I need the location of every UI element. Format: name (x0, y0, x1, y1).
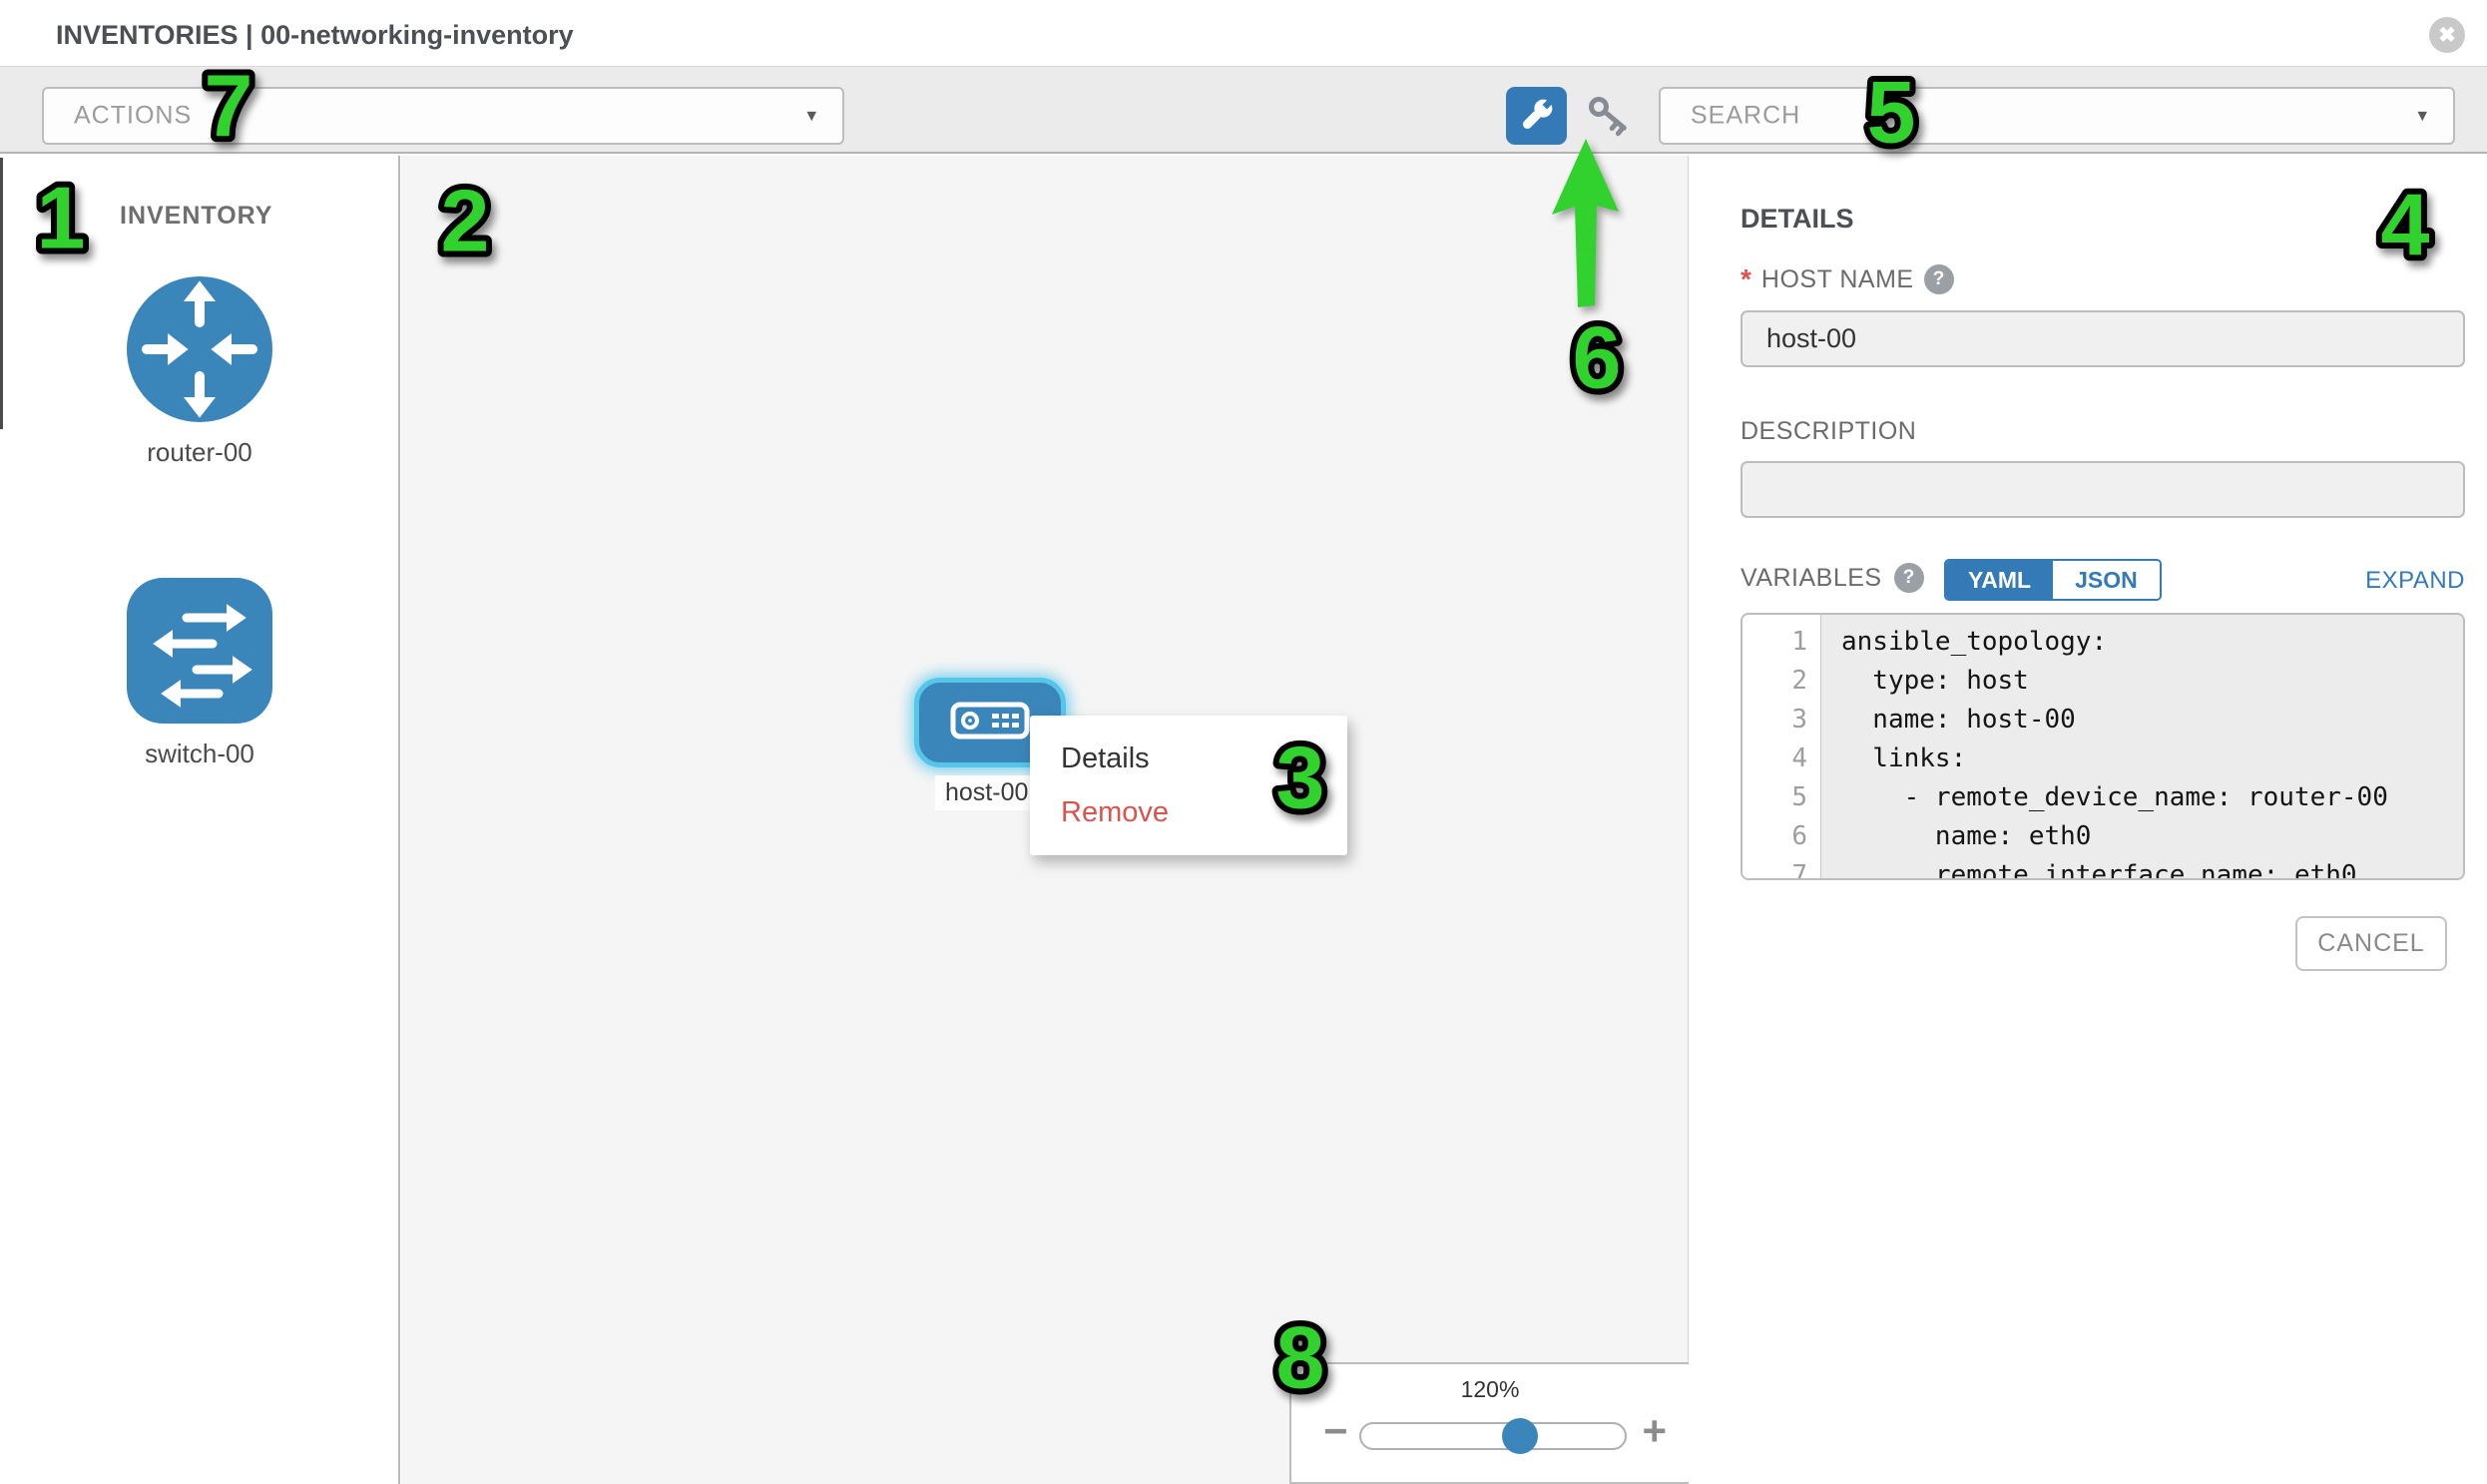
chevron-down-icon: ▾ (806, 105, 816, 128)
variables-code-editor[interactable]: ansible_topology: type: host name: host-… (1741, 613, 2465, 880)
details-panel-title: DETAILS (1741, 204, 1854, 235)
host-name-label: HOST NAME (1761, 265, 1914, 294)
plus-icon: + (1642, 1407, 1667, 1454)
switch-icon (125, 713, 274, 730)
chevron-down-icon: ▾ (2417, 105, 2427, 128)
tab-json[interactable]: JSON (2053, 561, 2160, 599)
inventory-topology-page: INVENTORIES | 00-networking-inventory ✖ … (0, 0, 2487, 1484)
line-number: 6 (1742, 817, 1820, 856)
host-server-icon (950, 701, 1030, 745)
line-number: 4 (1742, 740, 1820, 778)
variables-format-toggle: YAML JSON (1944, 559, 2162, 601)
code-line: - remote_device_name: router-00 (1821, 778, 2463, 817)
code-line: remote_interface_name: eth0 (1821, 856, 2463, 880)
key-icon (1583, 93, 1635, 144)
zoom-slider-thumb[interactable] (1502, 1418, 1538, 1454)
close-button[interactable]: ✖ (2429, 17, 2465, 53)
router-icon (125, 411, 274, 428)
code-area[interactable]: ansible_topology: type: host name: host-… (1821, 615, 2463, 878)
line-number: 3 (1742, 701, 1820, 740)
expand-link[interactable]: EXPAND (2365, 567, 2465, 595)
variables-label: VARIABLES (1741, 564, 1882, 593)
sidebar-item-router-00[interactable]: router-00 (125, 274, 274, 468)
tab-yaml[interactable]: YAML (1946, 561, 2053, 599)
zoom-slider-track[interactable] (1359, 1422, 1627, 1450)
sidebar-edge-line (0, 158, 3, 429)
inventory-sidebar: INVENTORY router-00 (0, 156, 400, 1484)
zoom-in-button[interactable]: + (1636, 1410, 1673, 1452)
details-panel: DETAILS * HOST NAME ? host-00 DESCRIPTIO… (1689, 156, 2487, 1484)
page-header: INVENTORIES | 00-networking-inventory ✖ (0, 0, 2487, 66)
sidebar-item-label: router-00 (125, 437, 274, 468)
help-icon[interactable]: ? (1894, 563, 1924, 593)
topology-canvas[interactable]: host-00 Details Remove 120% − + (401, 156, 1689, 1484)
variables-label-wrap: VARIABLES ? (1741, 563, 1924, 593)
tools-button[interactable] (1506, 87, 1567, 145)
context-menu-item-remove[interactable]: Remove (1030, 785, 1347, 839)
close-icon: ✖ (2438, 23, 2456, 48)
zoom-control-panel: 120% − + (1289, 1362, 1689, 1484)
toolbar: ACTIONS ▾ (0, 66, 2487, 154)
description-label-row: DESCRIPTION (1741, 417, 1916, 446)
line-number: 5 (1742, 778, 1820, 817)
line-number: 7 (1742, 856, 1820, 880)
cancel-button[interactable]: CANCEL (2295, 916, 2447, 971)
inventory-sidebar-title: INVENTORY (120, 202, 272, 231)
search-dropdown-label: SEARCH (1691, 102, 1800, 131)
node-context-menu: Details Remove (1030, 716, 1347, 855)
zoom-level-readout: 120% (1291, 1376, 1689, 1403)
search-dropdown[interactable]: SEARCH ▾ (1659, 87, 2455, 145)
line-number: 2 (1742, 662, 1820, 701)
help-icon[interactable]: ? (1924, 264, 1954, 294)
description-field[interactable] (1741, 461, 2465, 518)
code-line: name: eth0 (1821, 817, 2463, 856)
host-name-label-row: * HOST NAME ? (1741, 263, 1954, 295)
code-line: name: host-00 (1821, 701, 2463, 740)
code-line: type: host (1821, 662, 2463, 701)
actions-dropdown-label: ACTIONS (74, 102, 192, 131)
description-label: DESCRIPTION (1741, 417, 1916, 446)
zoom-out-button[interactable]: − (1317, 1410, 1354, 1452)
required-asterisk: * (1741, 263, 1751, 295)
context-menu-item-details[interactable]: Details (1030, 732, 1347, 785)
host-node-label: host-00 (935, 775, 1038, 810)
code-line: ansible_topology: (1821, 623, 2463, 662)
sidebar-item-label: switch-00 (125, 739, 274, 769)
key-button[interactable] (1581, 93, 1637, 143)
page-title: INVENTORIES | 00-networking-inventory (56, 20, 574, 51)
actions-dropdown[interactable]: ACTIONS ▾ (42, 87, 844, 145)
host-name-field[interactable]: host-00 (1741, 310, 2465, 367)
wrench-icon (1516, 94, 1558, 139)
minus-icon: − (1323, 1407, 1348, 1454)
line-number-gutter: 1 2 3 4 5 6 7 (1742, 615, 1821, 878)
sidebar-item-switch-00[interactable]: switch-00 (125, 576, 274, 769)
code-line: links: (1821, 740, 2463, 778)
line-number: 1 (1742, 623, 1820, 662)
variables-row: VARIABLES ? YAML JSON EXPAND (1741, 559, 2465, 599)
